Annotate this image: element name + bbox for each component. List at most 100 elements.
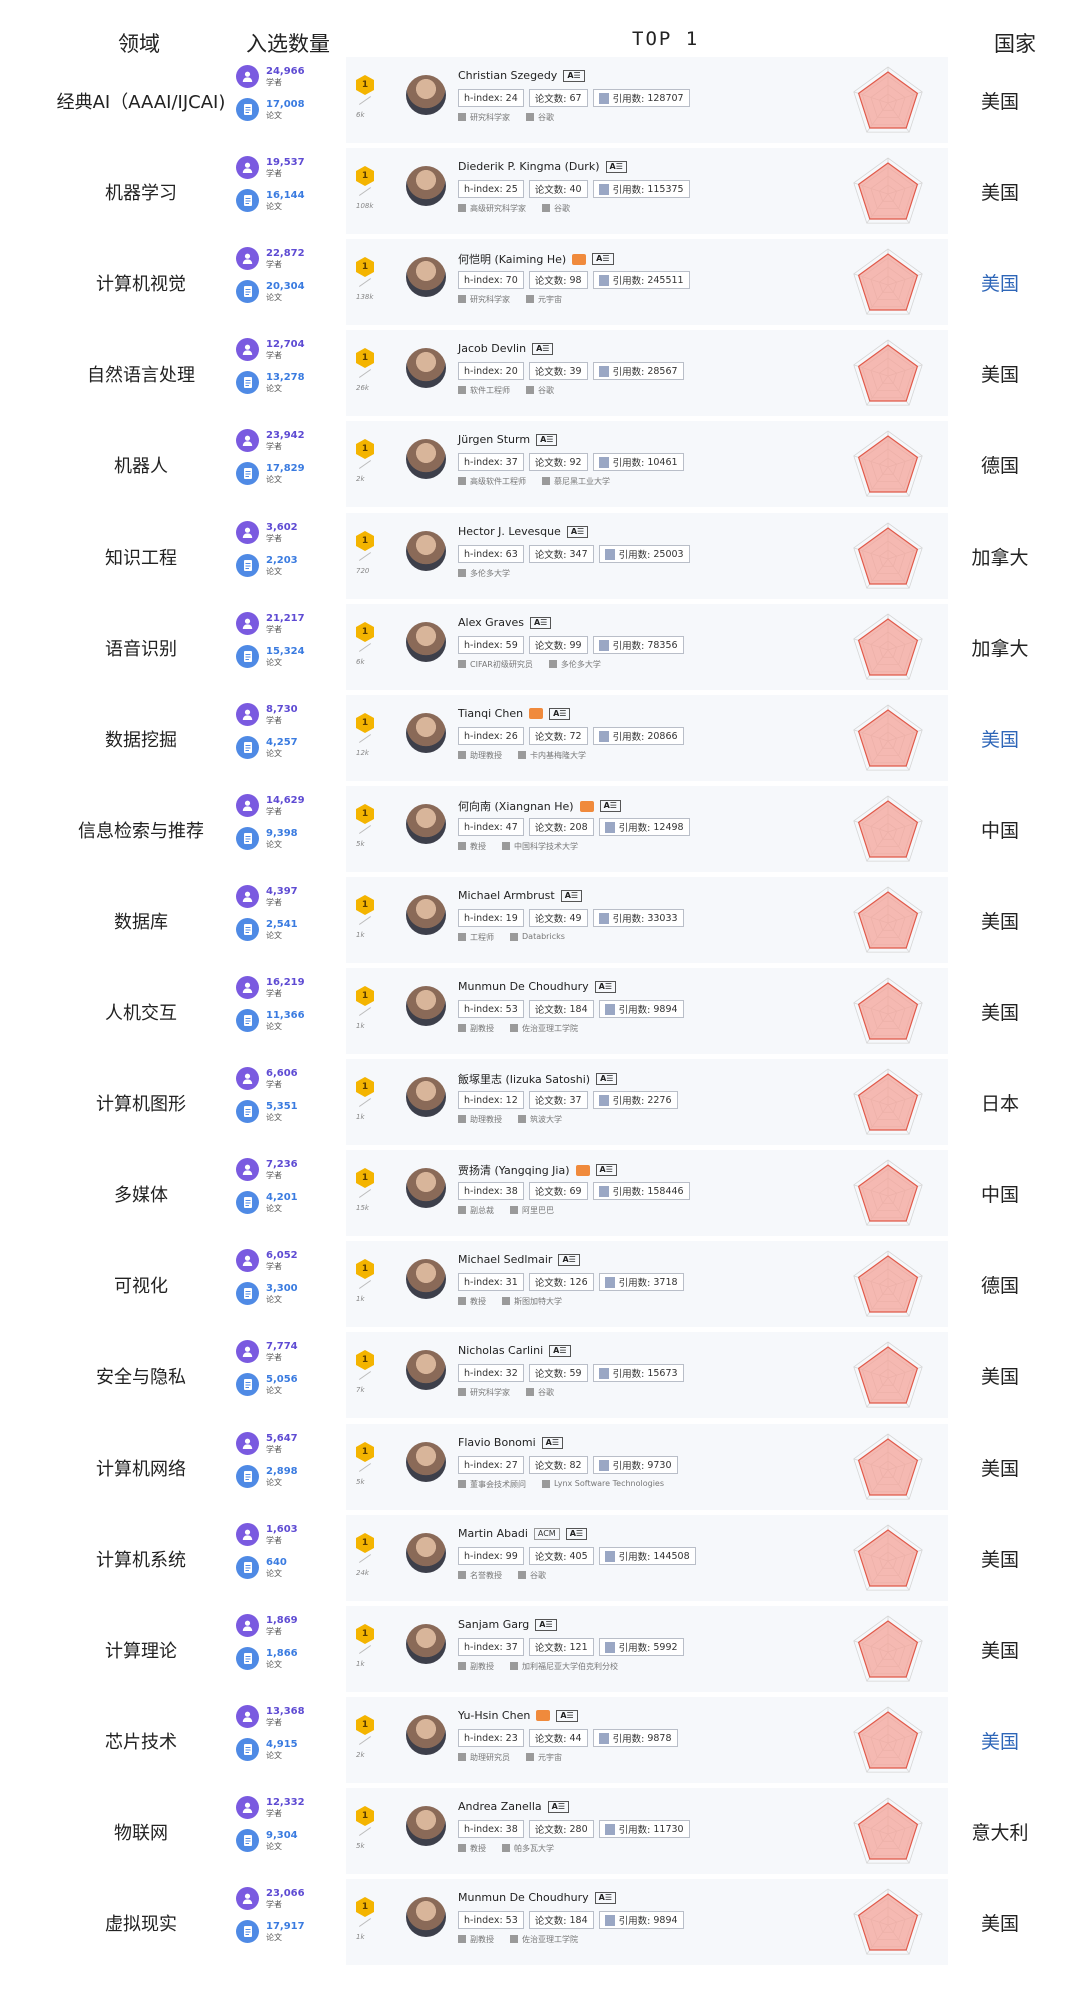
table-row[interactable]: 语音识别 21,217 学者 15,324 论文 1 6k Alex Graves A☰ h-in…: [0, 602, 1080, 693]
top1-scholar-card[interactable]: 1 1k 飯塚里志 (Iizuka Satoshi) A☰ h-index: 12 论文数…: [346, 1059, 948, 1145]
avatar[interactable]: [406, 1350, 446, 1390]
table-row[interactable]: 可视化 6,052 学者 3,300 论文 1 1k Michael Sedlmair A☰ h-…: [0, 1239, 1080, 1330]
table-row[interactable]: 人机交互 16,219 学者 11,366 论文 1 1k Munmun De Choudhu…: [0, 966, 1080, 1057]
hindex-stat: h-index: 25: [458, 180, 524, 198]
avatar[interactable]: [406, 895, 446, 935]
top1-scholar-card[interactable]: 1 5k Flavio Bonomi A☰ h-index: 27 论文数: 82 引用数:…: [346, 1424, 948, 1510]
avatar[interactable]: [406, 804, 446, 844]
scholar-name[interactable]: Munmun De Choudhury: [458, 980, 589, 993]
scholar-name[interactable]: Jürgen Sturm: [458, 433, 530, 446]
scholar-name[interactable]: Hector J. Levesque: [458, 525, 561, 538]
table-row[interactable]: 物联网 12,332 学者 9,304 论文 1 5k Andrea Zanella A☰ h-i…: [0, 1786, 1080, 1877]
avatar[interactable]: [406, 1442, 446, 1482]
top1-scholar-card[interactable]: 1 1k Michael Sedlmair A☰ h-index: 31 论文数: 126…: [346, 1241, 948, 1327]
avatar[interactable]: [406, 622, 446, 662]
scholar-name[interactable]: Sanjam Garg: [458, 1618, 529, 1631]
table-row[interactable]: 机器学习 19,537 学者 16,144 论文 1 108k Diederik P. Kin…: [0, 146, 1080, 237]
table-row[interactable]: 机器人 23,942 学者 17,829 论文 1 2k Jürgen Sturm A☰ h-in…: [0, 419, 1080, 510]
avatar[interactable]: [406, 439, 446, 479]
scholar-name[interactable]: 贾扬清 (Yangqing Jia): [458, 1162, 570, 1178]
top1-scholar-card[interactable]: 1 1k Sanjam Garg A☰ h-index: 37 论文数: 121 引用数: …: [346, 1606, 948, 1692]
table-row[interactable]: 数据挖掘 8,730 学者 4,257 论文 1 12k Tianqi Chen A☰ h-ind…: [0, 693, 1080, 784]
scholar-name[interactable]: 何恺明 (Kaiming He): [458, 251, 566, 267]
table-row[interactable]: 安全与隐私 7,774 学者 5,056 论文 1 7k Nicholas Carlini A☰…: [0, 1330, 1080, 1421]
scholar-name[interactable]: Alex Graves: [458, 616, 524, 629]
scholar-icon: [236, 156, 259, 179]
top1-scholar-card[interactable]: 1 5k 何向南 (Xiangnan He) A☰ h-index: 47 论文数: 20…: [346, 786, 948, 872]
avatar[interactable]: [406, 1624, 446, 1664]
top1-scholar-card[interactable]: 1 24k Martin Abadi ACM A☰ h-index: 99 论文数: 405…: [346, 1515, 948, 1601]
honor-badge-icon: [579, 800, 594, 812]
avatar[interactable]: [406, 1715, 446, 1755]
radar-chart: [853, 977, 923, 1044]
top1-scholar-card[interactable]: 1 15k 贾扬清 (Yangqing Jia) A☰ h-index: 38 论文数: …: [346, 1150, 948, 1236]
citation-icon: [598, 1732, 609, 1744]
rank-medal-icon: 1: [356, 713, 376, 753]
avatar[interactable]: [406, 1806, 446, 1846]
table-row[interactable]: 自然语言处理 12,704 学者 13,278 论文 1 26k Jacob Devlin A☰…: [0, 328, 1080, 419]
scholar-name[interactable]: Diederik P. Kingma (Durk): [458, 160, 600, 173]
avatar[interactable]: [406, 75, 446, 115]
top1-scholar-card[interactable]: 1 1k Munmun De Choudhury A☰ h-index: 53 论文数: …: [346, 968, 948, 1054]
top1-scholar-card[interactable]: 1 2k Jürgen Sturm A☰ h-index: 37 论文数: 92 引用数: …: [346, 421, 948, 507]
scholar-name[interactable]: Flavio Bonomi: [458, 1436, 536, 1449]
table-row[interactable]: 虚拟现实 23,066 学者 17,917 论文 1 1k Munmun De Choudhu…: [0, 1877, 1080, 1968]
avatar[interactable]: [406, 1077, 446, 1117]
scholar-name-line: 何向南 (Xiangnan He) A☰: [458, 798, 621, 814]
scholar-name[interactable]: Michael Sedlmair: [458, 1253, 552, 1266]
scholar-name[interactable]: Yu-Hsin Chen: [458, 1709, 530, 1722]
scholar-name[interactable]: Tianqi Chen: [458, 707, 523, 720]
scholar-label: 学者: [266, 350, 282, 360]
table-row[interactable]: 经典AI（AAAI/IJCAI) 24,966 学者 17,008 论文 1 6k Chris…: [0, 55, 1080, 146]
table-row[interactable]: 数据库 4,397 学者 2,541 论文 1 1k Michael Armbrust A☰ h-…: [0, 875, 1080, 966]
table-row[interactable]: 计算理论 1,869 学者 1,866 论文 1 1k Sanjam Garg A☰ h-inde…: [0, 1604, 1080, 1695]
avatar[interactable]: [406, 166, 446, 206]
table-row[interactable]: 计算机系统 1,603 学者 640 论文 1 24k Martin Abadi ACM A☰ h-…: [0, 1513, 1080, 1604]
paper-count-value: 3,300: [266, 1282, 298, 1294]
avatar[interactable]: [406, 348, 446, 388]
scholar-name[interactable]: Martin Abadi: [458, 1527, 528, 1540]
scholar-icon: [236, 1523, 259, 1546]
table-row[interactable]: 知识工程 3,602 学者 2,203 论文 1 720 Hector J. Levesque…: [0, 511, 1080, 602]
scholar-name[interactable]: 飯塚里志 (Iizuka Satoshi): [458, 1071, 590, 1087]
papercount-value: 347: [569, 548, 588, 560]
top1-scholar-card[interactable]: 1 1k Munmun De Choudhury A☰ h-index: 53 论文数: …: [346, 1879, 948, 1965]
medal-note: 7k: [356, 1386, 365, 1394]
table-row[interactable]: 芯片技术 13,368 学者 4,915 论文 1 2k Yu-Hsin Chen A☰ h-in…: [0, 1695, 1080, 1786]
avatar[interactable]: [406, 257, 446, 297]
top1-scholar-card[interactable]: 1 7k Nicholas Carlini A☰ h-index: 32 论文数: 59 引…: [346, 1332, 948, 1418]
avatar[interactable]: [406, 986, 446, 1026]
top1-scholar-card[interactable]: 1 12k Tianqi Chen A☰ h-index: 26 论文数: 72 引用数: …: [346, 695, 948, 781]
top1-scholar-card[interactable]: 1 2k Yu-Hsin Chen A☰ h-index: 23 论文数: 44 引用数: …: [346, 1697, 948, 1783]
table-row[interactable]: 计算机视觉 22,872 学者 20,304 论文 1 138k 何恺明 (Kaiming H…: [0, 237, 1080, 328]
top1-scholar-card[interactable]: 1 6k Christian Szegedy A☰ h-index: 24 论文数: 67…: [346, 57, 948, 143]
citations-stat: 引用数: 9894: [598, 1000, 684, 1018]
table-row[interactable]: 计算机网络 5,647 学者 2,898 论文 1 5k Flavio Bonomi A☰ h-i…: [0, 1422, 1080, 1513]
scholar-name[interactable]: Andrea Zanella: [458, 1800, 542, 1813]
avatar[interactable]: [406, 713, 446, 753]
avatar[interactable]: [406, 1533, 446, 1573]
table-row[interactable]: 计算机图形 6,606 学者 5,351 论文 1 1k 飯塚里志 (Iizuka Satos…: [0, 1057, 1080, 1148]
avatar[interactable]: [406, 1259, 446, 1299]
scholar-name[interactable]: Michael Armbrust: [458, 889, 555, 902]
top1-scholar-card[interactable]: 1 138k 何恺明 (Kaiming He) A☰ h-index: 70 论文数: 9…: [346, 239, 948, 325]
scholar-name[interactable]: Jacob Devlin: [458, 342, 526, 355]
scholar-name[interactable]: 何向南 (Xiangnan He): [458, 798, 574, 814]
top1-scholar-card[interactable]: 1 1k Michael Armbrust A☰ h-index: 19 论文数: 49 引…: [346, 877, 948, 963]
top1-scholar-card[interactable]: 1 720 Hector J. Levesque A☰ h-index: 63 论文数: …: [346, 513, 948, 599]
hindex-stat: h-index: 12: [458, 1091, 524, 1109]
top1-scholar-card[interactable]: 1 26k Jacob Devlin A☰ h-index: 20 论文数: 39 引用数:…: [346, 330, 948, 416]
avatar[interactable]: [406, 1897, 446, 1937]
avatar[interactable]: [406, 1168, 446, 1208]
institution-icon: [510, 1662, 518, 1670]
table-row[interactable]: 信息检索与推荐 14,629 学者 9,398 论文 1 5k 何向南 (Xiangnan H…: [0, 784, 1080, 875]
table-row[interactable]: 多媒体 7,236 学者 4,201 论文 1 15k 贾扬清 (Yangqing Jia) A…: [0, 1148, 1080, 1239]
scholar-name[interactable]: Christian Szegedy: [458, 69, 557, 82]
avatar[interactable]: [406, 531, 446, 571]
scholar-name[interactable]: Nicholas Carlini: [458, 1344, 543, 1357]
top1-scholar-card[interactable]: 1 5k Andrea Zanella A☰ h-index: 38 论文数: 280 引用…: [346, 1788, 948, 1874]
scholar-name[interactable]: Munmun De Choudhury: [458, 1891, 589, 1904]
radar-chart: [853, 248, 923, 315]
top1-scholar-card[interactable]: 1 108k Diederik P. Kingma (Durk) A☰ h-index:…: [346, 148, 948, 234]
top1-scholar-card[interactable]: 1 6k Alex Graves A☰ h-index: 59 论文数: 99 引用数: 7…: [346, 604, 948, 690]
